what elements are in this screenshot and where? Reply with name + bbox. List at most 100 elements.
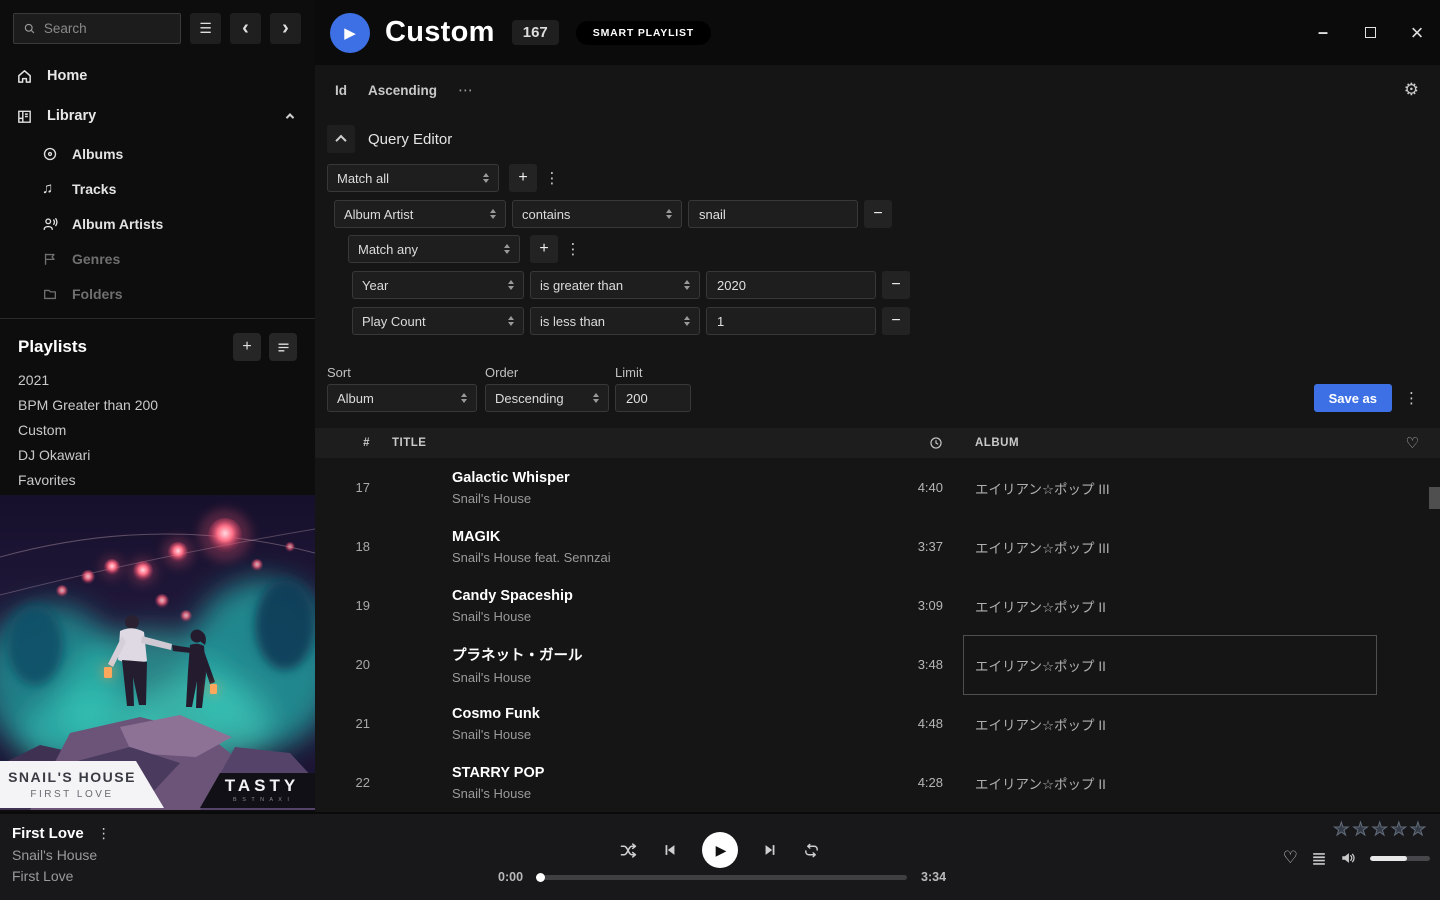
- rule-field-select[interactable]: Year: [352, 271, 524, 299]
- save-as-button[interactable]: Save as: [1314, 384, 1392, 412]
- query-editor-collapse-button[interactable]: [327, 125, 355, 153]
- table-row[interactable]: 17 Galactic WhisperSnail's House 4:40 エイ…: [315, 458, 1440, 517]
- order-select[interactable]: Descending: [485, 384, 609, 412]
- sidebar-item-tracks[interactable]: ♫ Tracks: [0, 171, 315, 206]
- limit-input[interactable]: [615, 384, 691, 412]
- gear-icon[interactable]: ⚙: [1404, 80, 1419, 100]
- sort-field-link[interactable]: Id: [335, 83, 347, 98]
- sort-select[interactable]: Album: [327, 384, 477, 412]
- star-icon[interactable]: ★: [1410, 820, 1426, 838]
- nav-back-button[interactable]: ‹: [230, 13, 261, 44]
- play-playlist-button[interactable]: ▶: [330, 13, 370, 53]
- add-rule-button[interactable]: +: [509, 164, 537, 192]
- sidebar-item-label: Library: [47, 108, 96, 124]
- track-artist: Snail's House: [452, 786, 888, 801]
- table-row[interactable]: 21 Cosmo FunkSnail's House 4:48 エイリアン☆ポッ…: [315, 694, 1440, 753]
- queue-button[interactable]: [1311, 851, 1327, 866]
- chevron-left-icon: ‹: [242, 17, 249, 40]
- column-header-duration[interactable]: [888, 436, 943, 450]
- rule-value-input[interactable]: [706, 307, 876, 335]
- sidebar-item-home[interactable]: Home: [0, 56, 315, 96]
- rule-value-input[interactable]: [688, 200, 858, 228]
- add-playlist-button[interactable]: +: [233, 333, 261, 361]
- folder-icon: [42, 286, 58, 302]
- column-header-title[interactable]: TITLE: [392, 437, 888, 449]
- remove-rule-button[interactable]: −: [882, 307, 910, 335]
- match-type-select[interactable]: Match all: [327, 164, 499, 192]
- progress-dot[interactable]: [536, 873, 545, 882]
- volume-button[interactable]: [1340, 850, 1357, 866]
- playlist-item[interactable]: Custom: [0, 417, 315, 442]
- plus-icon: +: [539, 240, 548, 258]
- track-duration: 4:28: [888, 775, 943, 790]
- table-row[interactable]: 19 Candy SpaceshipSnail's House 3:09 エイリ…: [315, 576, 1440, 635]
- sort-label: Sort: [327, 365, 477, 380]
- rule-operator-select[interactable]: is less than: [530, 307, 700, 335]
- playlist-menu-button[interactable]: [269, 333, 297, 361]
- sidebar-item-folders[interactable]: Folders: [0, 276, 315, 311]
- sidebar-item-album-artists[interactable]: Album Artists: [0, 206, 315, 241]
- group-menu-button[interactable]: ⋮: [543, 169, 561, 187]
- volume-fill: [1370, 856, 1407, 861]
- maximize-button[interactable]: [1362, 25, 1378, 41]
- sidebar-item-albums[interactable]: Albums: [0, 136, 315, 171]
- rule-field-select[interactable]: Album Artist: [334, 200, 506, 228]
- save-menu-button[interactable]: ⋮: [1404, 384, 1422, 412]
- sidebar-item-library[interactable]: Library: [0, 96, 315, 136]
- playlist-label: DJ Okawari: [18, 447, 90, 463]
- group-menu-button[interactable]: ⋮: [564, 240, 582, 258]
- column-header-number[interactable]: #: [315, 437, 370, 449]
- rule-field-select[interactable]: Play Count: [352, 307, 524, 335]
- search-box[interactable]: [13, 13, 181, 44]
- table-row[interactable]: 18 MAGIKSnail's House feat. Sennzai 3:37…: [315, 517, 1440, 576]
- volume-slider[interactable]: [1370, 856, 1430, 861]
- rating-stars: ★ ★ ★ ★ ★: [1333, 820, 1426, 838]
- star-icon[interactable]: ★: [1333, 820, 1349, 838]
- playlist-label: Favorites: [18, 472, 76, 488]
- hamburger-icon: ☰: [199, 20, 212, 37]
- select-carets-icon: [490, 209, 496, 219]
- table-row[interactable]: 22 STARRY POPSnail's House 4:28 エイリアン☆ポッ…: [315, 753, 1440, 812]
- remove-rule-button[interactable]: −: [864, 200, 892, 228]
- playlist-header: ▶ Custom 167 SMART PLAYLIST – ×: [315, 0, 1440, 65]
- playlist-item[interactable]: Favorites: [0, 467, 315, 492]
- playlist-item[interactable]: DJ Okawari: [0, 442, 315, 467]
- remove-rule-button[interactable]: −: [882, 271, 910, 299]
- column-header-album[interactable]: ALBUM: [943, 437, 1385, 449]
- track-number: 20: [315, 657, 370, 672]
- rule-operator-select[interactable]: contains: [512, 200, 682, 228]
- track-album-focused-cell[interactable]: エイリアン☆ポップ II: [943, 655, 1385, 675]
- scrollbar-thumb[interactable]: [1429, 487, 1440, 509]
- more-options-button[interactable]: ⋯: [458, 81, 474, 99]
- track-title: STARRY POP: [452, 765, 888, 781]
- rule-value-input[interactable]: [706, 271, 876, 299]
- select-carets-icon: [666, 209, 672, 219]
- star-icon[interactable]: ★: [1352, 820, 1368, 838]
- heart-icon: ♡: [1406, 435, 1420, 452]
- minus-icon: −: [891, 276, 900, 294]
- sort-bar: Sort Album Order Descending Limit Save a…: [315, 365, 1440, 412]
- sidebar-item-genres[interactable]: Genres: [0, 241, 315, 276]
- nav-forward-button[interactable]: ›: [270, 13, 301, 44]
- table-row[interactable]: 20 プラネット・ガールSnail's House 3:48 エイリアン☆ポップ…: [315, 635, 1440, 694]
- track-title: Candy Spaceship: [452, 588, 888, 604]
- playlist-item[interactable]: 2021: [0, 367, 315, 392]
- star-icon[interactable]: ★: [1372, 820, 1388, 838]
- track-artist: Snail's House: [452, 491, 888, 506]
- playlist-item[interactable]: BPM Greater than 200: [0, 392, 315, 417]
- menu-button[interactable]: ☰: [190, 13, 221, 44]
- sort-direction-link[interactable]: Ascending: [368, 83, 437, 98]
- clock-icon: [929, 436, 943, 450]
- star-icon[interactable]: ★: [1391, 820, 1407, 838]
- now-playing-album-art[interactable]: SNAIL'S HOUSE FIRST LOVE TASTY B S T N A…: [0, 495, 315, 810]
- search-input[interactable]: [44, 21, 171, 36]
- column-header-favorite[interactable]: ♡: [1385, 434, 1440, 452]
- minimize-button[interactable]: –: [1315, 25, 1331, 41]
- rule-operator-select[interactable]: is greater than: [530, 271, 700, 299]
- add-rule-button[interactable]: +: [530, 235, 558, 263]
- match-type-select[interactable]: Match any: [348, 235, 520, 263]
- progress-bar[interactable]: [537, 875, 907, 880]
- close-button[interactable]: ×: [1409, 25, 1425, 41]
- library-collapse-icon[interactable]: [286, 113, 294, 121]
- favorite-button[interactable]: ♡: [1283, 848, 1298, 868]
